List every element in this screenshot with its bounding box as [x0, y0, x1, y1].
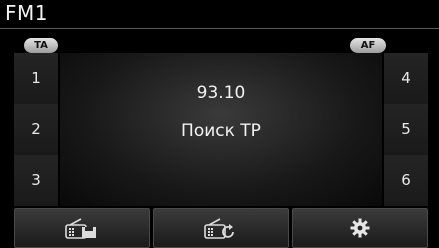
af-toggle[interactable]: AF [350, 38, 386, 53]
station-display: 93.10 Поиск TP [60, 53, 382, 206]
preset-2-button[interactable]: 2 [14, 104, 58, 156]
seek-button[interactable] [153, 208, 289, 248]
bottom-button-bar [14, 208, 428, 248]
settings-gear-icon [350, 218, 370, 238]
header-divider [0, 28, 439, 29]
radio-save-icon [65, 218, 96, 239]
left-preset-column: 1 2 3 [14, 53, 58, 206]
preset-6-button[interactable]: 6 [384, 155, 428, 206]
save-preset-button[interactable] [14, 208, 150, 248]
preset-5-button[interactable]: 5 [384, 104, 428, 156]
frequency-readout: 93.10 [196, 83, 246, 103]
search-status: Поиск TP [181, 121, 261, 141]
radio-seek-icon [204, 218, 234, 239]
radio-screen: FM1 TA AF 1 2 3 4 5 6 93.10 Поиск TP [0, 0, 439, 248]
preset-1-button[interactable]: 1 [14, 53, 58, 105]
preset-4-button[interactable]: 4 [384, 53, 428, 105]
right-preset-column: 4 5 6 [384, 53, 428, 206]
ta-toggle[interactable]: TA [24, 38, 58, 53]
band-title: FM1 [5, 1, 48, 25]
preset-3-button[interactable]: 3 [14, 155, 58, 206]
settings-button[interactable] [292, 208, 428, 248]
